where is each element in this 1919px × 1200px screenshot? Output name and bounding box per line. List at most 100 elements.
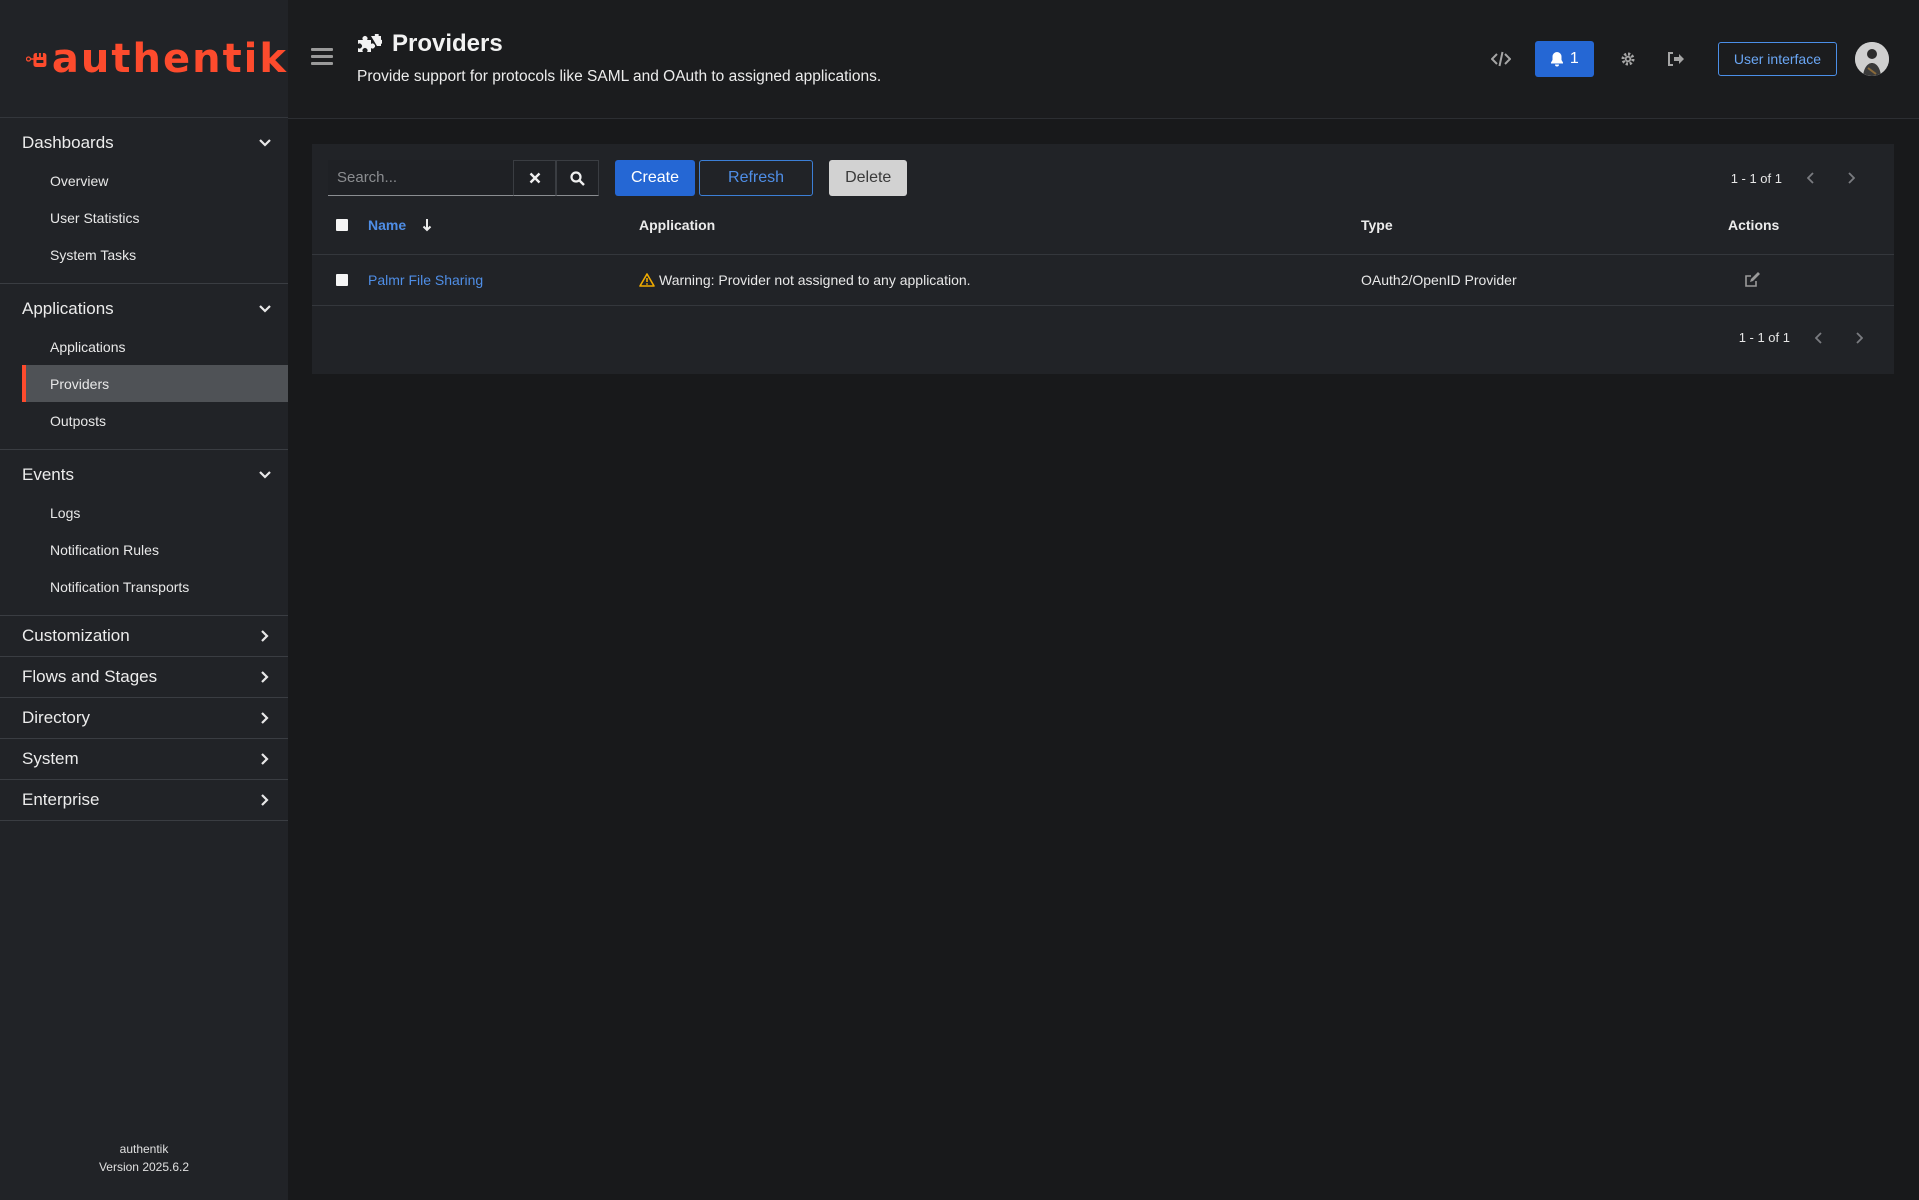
nav-group-label: Directory bbox=[22, 708, 91, 727]
provider-type: OAuth2/OpenID Provider bbox=[1361, 272, 1517, 288]
page-title-text: Providers bbox=[392, 30, 503, 57]
version-number: Version 2025.6.2 bbox=[98, 1160, 190, 1174]
sign-out-icon[interactable] bbox=[1656, 41, 1696, 77]
sidebar-item-outposts[interactable]: Outposts bbox=[22, 402, 288, 439]
create-button[interactable]: Create bbox=[615, 160, 696, 196]
chevron-right-icon bbox=[258, 711, 272, 725]
sidebar-item-logs[interactable]: Logs bbox=[22, 494, 288, 531]
chevron-down-icon bbox=[258, 302, 272, 316]
nav-group-header-customization[interactable]: Customization bbox=[0, 616, 288, 656]
page-title: Providers bbox=[356, 30, 503, 58]
column-header-label: Name bbox=[368, 217, 407, 233]
chevron-down-icon bbox=[258, 468, 272, 482]
application-warning-text: Warning: Provider not assigned to any ap… bbox=[659, 272, 971, 288]
close-icon bbox=[529, 172, 540, 184]
chevron-left-icon[interactable] bbox=[1808, 331, 1830, 344]
refresh-button[interactable]: Refresh bbox=[699, 160, 814, 196]
user-avatar-icon bbox=[1855, 42, 1889, 76]
gear-icon[interactable] bbox=[1608, 41, 1648, 77]
sidebar: authentik Dashboards Overview User Stati… bbox=[0, 0, 288, 1200]
clear-search-button[interactable] bbox=[513, 160, 556, 196]
sidebar-item-user-statistics[interactable]: User Statistics bbox=[22, 199, 288, 236]
provider-name-link[interactable]: Palmr File Sharing bbox=[368, 255, 483, 305]
sidebar-item-overview[interactable]: Overview bbox=[22, 162, 288, 199]
nav-group-header-applications[interactable]: Applications bbox=[0, 284, 288, 328]
sidebar-item-applications[interactable]: Applications bbox=[22, 328, 288, 365]
notification-count: 1 bbox=[1569, 50, 1579, 67]
delete-button[interactable]: Delete bbox=[829, 160, 908, 196]
nav-group-label: System bbox=[22, 749, 79, 768]
page-description: Provide support for protocols like SAML … bbox=[357, 68, 882, 85]
chevron-right-icon bbox=[258, 629, 272, 643]
sidebar-item-label: System Tasks bbox=[50, 246, 137, 263]
chevron-right-icon bbox=[258, 752, 272, 766]
edit-icon bbox=[1745, 272, 1760, 287]
nav-group-header-flows-and-stages[interactable]: Flows and Stages bbox=[0, 657, 288, 697]
select-all-checkbox[interactable] bbox=[336, 219, 348, 231]
sidebar-item-label: Applications bbox=[50, 338, 126, 355]
providers-table-card: Search... Create Refresh Delete 1 - 1 of… bbox=[312, 144, 1894, 374]
nav-group-dashboards: Dashboards Overview User Statistics Syst… bbox=[0, 118, 288, 284]
version-app-name: authentik bbox=[119, 1142, 169, 1156]
bell-icon bbox=[1550, 52, 1563, 67]
sidebar-item-label: User Statistics bbox=[50, 209, 140, 226]
avatar[interactable] bbox=[1855, 42, 1889, 76]
sidebar-item-system-tasks[interactable]: System Tasks bbox=[22, 236, 288, 273]
column-header-application: Application bbox=[639, 217, 716, 233]
notifications-button[interactable]: 1 bbox=[1534, 41, 1594, 77]
nav-group-enterprise: Enterprise bbox=[0, 780, 288, 821]
search-input[interactable]: Search... bbox=[328, 160, 513, 196]
warning-triangle-icon bbox=[639, 273, 655, 287]
user-interface-button[interactable]: User interface bbox=[1717, 42, 1837, 76]
nav-group-label: Customization bbox=[22, 626, 130, 645]
hamburger-menu-icon[interactable] bbox=[311, 48, 333, 66]
nav-group-header-enterprise[interactable]: Enterprise bbox=[0, 780, 288, 820]
search-icon bbox=[570, 170, 585, 186]
pagination-text: 1 - 1 of 1 bbox=[1730, 170, 1782, 186]
sidebar-item-providers[interactable]: Providers bbox=[22, 365, 288, 402]
nav-group-system: System bbox=[0, 739, 288, 780]
nav-group-directory: Directory bbox=[0, 698, 288, 739]
nav-group-header-directory[interactable]: Directory bbox=[0, 698, 288, 738]
search-button[interactable] bbox=[556, 160, 599, 196]
pagination-top: 1 - 1 of 1 bbox=[1731, 171, 1862, 186]
api-drawer-code-icon[interactable] bbox=[1481, 41, 1521, 77]
edit-button[interactable] bbox=[1744, 255, 1761, 305]
chevron-right-icon[interactable] bbox=[1848, 331, 1870, 344]
sidebar-item-label: Notification Transports bbox=[50, 578, 190, 595]
pagination-text: 1 - 1 of 1 bbox=[1738, 330, 1790, 345]
version-info: authentik Version 2025.6.2 bbox=[0, 1140, 288, 1176]
authentik-logo-icon bbox=[26, 52, 47, 67]
table-header: Name Application Type Actions bbox=[312, 208, 1894, 242]
nav-group-customization: Customization bbox=[0, 616, 288, 657]
brand-logo[interactable]: authentik bbox=[0, 0, 288, 118]
nav-group-label: Flows and Stages bbox=[22, 667, 158, 686]
page-header: Providers Provide support for protocols … bbox=[288, 0, 1919, 119]
chevron-down-icon bbox=[258, 136, 272, 150]
chevron-right-icon[interactable] bbox=[1840, 172, 1862, 184]
nav-group-label: Events bbox=[22, 465, 74, 484]
sidebar-item-label: Providers bbox=[50, 375, 110, 392]
nav-group-label: Dashboards bbox=[22, 133, 114, 152]
row-checkbox[interactable] bbox=[336, 274, 348, 286]
sidebar-item-notification-transports[interactable]: Notification Transports bbox=[22, 568, 288, 605]
column-header-name[interactable]: Name bbox=[368, 208, 432, 242]
column-header-type: Type bbox=[1361, 217, 1393, 233]
sidebar-item-label: Notification Rules bbox=[50, 541, 159, 558]
nav-group-header-events[interactable]: Events bbox=[0, 450, 288, 494]
sidebar-item-label: Logs bbox=[50, 504, 81, 521]
puzzle-icon bbox=[358, 34, 382, 52]
nav-group-header-dashboards[interactable]: Dashboards bbox=[0, 118, 288, 162]
nav-group-applications: Applications Applications Providers Outp… bbox=[0, 284, 288, 450]
nav-group-events: Events Logs Notification Rules Notificat… bbox=[0, 450, 288, 616]
chevron-left-icon[interactable] bbox=[1800, 172, 1822, 184]
sidebar-item-notification-rules[interactable]: Notification Rules bbox=[22, 531, 288, 568]
nav-group-header-system[interactable]: System bbox=[0, 739, 288, 779]
sidebar-item-label: Overview bbox=[50, 172, 109, 189]
sort-arrow-down-icon bbox=[422, 219, 432, 232]
sidebar-item-label: Outposts bbox=[50, 412, 107, 429]
pagination-bottom: 1 - 1 of 1 bbox=[1739, 330, 1870, 345]
chevron-right-icon bbox=[258, 670, 272, 684]
application-cell: Warning: Provider not assigned to any ap… bbox=[639, 255, 971, 305]
column-header-actions: Actions bbox=[1728, 217, 1780, 233]
